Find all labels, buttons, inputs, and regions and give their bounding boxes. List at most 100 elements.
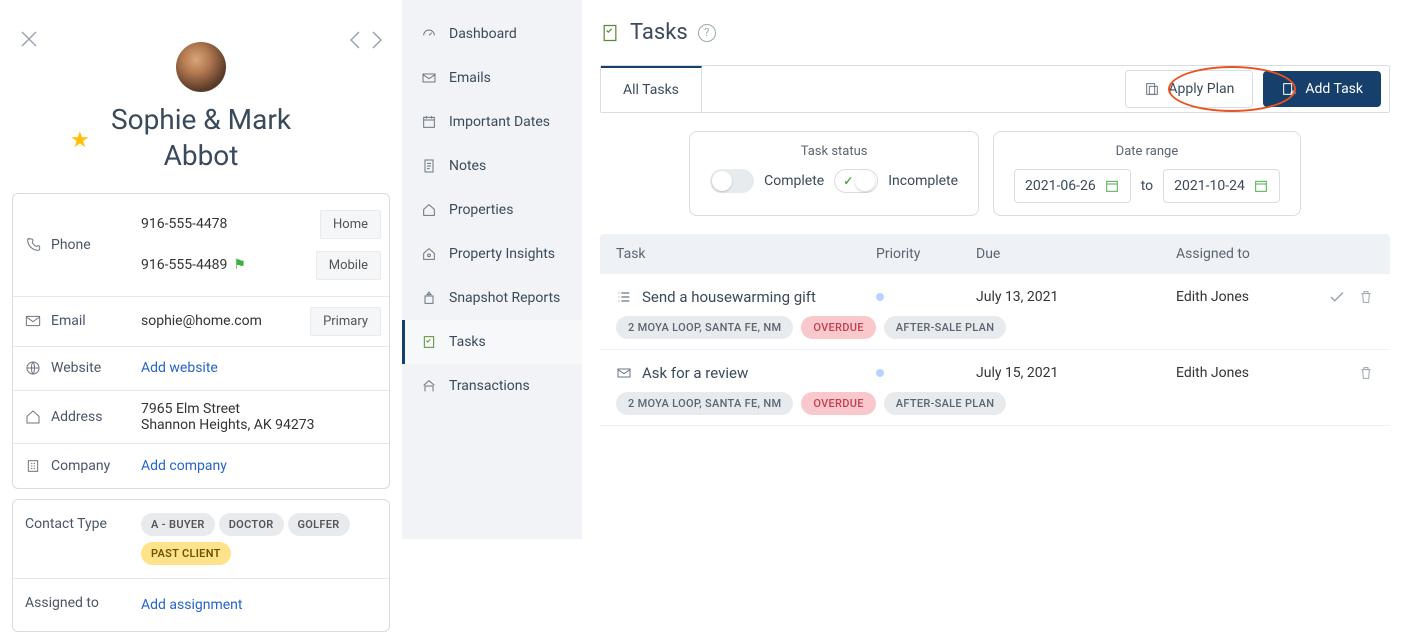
apply-plan-button[interactable]: Apply Plan: [1125, 70, 1253, 108]
daterange-filter: Date range 2021-06-26 to 2021-10-24: [993, 131, 1301, 216]
calendar-icon: [421, 114, 437, 130]
add-task-button[interactable]: Add Task: [1263, 71, 1381, 107]
email-type-badge: Primary: [310, 307, 381, 336]
nav-property-insights[interactable]: Property Insights: [402, 232, 582, 276]
calendar-icon: [1253, 178, 1269, 194]
transactions-icon: [421, 378, 437, 394]
next-record-icon[interactable]: [370, 30, 384, 50]
table-row[interactable]: Send a housewarming gift July 13, 2021 E…: [600, 274, 1390, 350]
calendar-icon: [1104, 178, 1120, 194]
add-website-link[interactable]: Add website: [141, 360, 218, 376]
prev-record-icon[interactable]: [348, 30, 362, 50]
col-priority: Priority: [876, 246, 976, 262]
star-icon[interactable]: ★: [70, 128, 90, 153]
complete-toggle[interactable]: [710, 169, 754, 193]
col-assigned: Assigned to: [1176, 246, 1326, 262]
phone-value: 916-555-4478: [141, 216, 227, 232]
contact-type-tag[interactable]: PAST CLIENT: [141, 542, 231, 565]
nav-snapshot-reports[interactable]: Snapshot Reports: [402, 276, 582, 320]
page-title: Tasks: [630, 20, 688, 45]
nav-notes[interactable]: Notes: [402, 144, 582, 188]
mail-icon: [616, 365, 632, 381]
avatar: [176, 42, 226, 92]
tabs-bar: All Tasks Apply Plan Add Task: [600, 65, 1390, 113]
nav-emails[interactable]: Emails: [402, 56, 582, 100]
task-tag-overdue: OVERDUE: [801, 392, 875, 415]
tab-all-tasks[interactable]: All Tasks: [601, 66, 702, 112]
task-assigned: Edith Jones: [1176, 365, 1326, 381]
nav-important-dates[interactable]: Important Dates: [402, 100, 582, 144]
contact-info-card: Phone 916-555-4478 Home 916-555-4489⚑ Mo…: [12, 193, 390, 489]
home-icon: [421, 202, 437, 218]
date-from-input[interactable]: 2021-06-26: [1014, 169, 1131, 203]
task-title: Send a housewarming gift: [642, 288, 816, 306]
phone-value: 916-555-4489⚑: [141, 257, 246, 273]
task-tag: 2 MOYA LOOP, SANTA FE, NM: [616, 392, 793, 415]
phone-icon: [25, 237, 41, 253]
incomplete-toggle[interactable]: ✓: [834, 169, 878, 193]
contact-type-tag[interactable]: DOCTOR: [219, 513, 284, 536]
report-icon: [421, 290, 437, 306]
tasks-icon: [600, 23, 620, 43]
filters-row: Task status Complete ✓ Incomplete Date r…: [600, 131, 1390, 216]
mail-icon: [25, 313, 41, 329]
add-task-icon: [1281, 81, 1297, 97]
flag-icon: ⚑: [233, 257, 246, 273]
contact-type-card: Contact Type A - BUYER DOCTOR GOLFER PAS…: [12, 499, 390, 632]
home-icon: [25, 409, 41, 425]
record-pager: [348, 30, 384, 50]
contact-panel: Sophie & MarkAbbot ★ Phone 916-555-4478 …: [0, 0, 402, 539]
close-icon[interactable]: [20, 30, 38, 48]
table-row[interactable]: Ask for a review July 15, 2021 Edith Jon…: [600, 350, 1390, 426]
task-table: Task Priority Due Assigned to Send a hou…: [600, 234, 1390, 426]
complete-label: Complete: [764, 173, 824, 189]
gauge-icon: [421, 26, 437, 42]
help-icon[interactable]: ?: [698, 24, 716, 42]
status-filter-title: Task status: [801, 144, 868, 159]
to-label: to: [1141, 178, 1153, 194]
address-label: Address: [13, 397, 133, 437]
phone-type-badge: Home: [320, 210, 381, 239]
nav-transactions[interactable]: Transactions: [402, 364, 582, 408]
task-assigned: Edith Jones: [1176, 289, 1326, 305]
contact-name: Sophie & MarkAbbot: [12, 102, 390, 175]
task-title: Ask for a review: [642, 364, 748, 382]
globe-icon: [25, 360, 41, 376]
priority-dot: [876, 293, 884, 301]
nav-sidebar: Dashboard Emails Important Dates Notes P…: [402, 0, 582, 539]
nav-tasks[interactable]: Tasks: [402, 320, 582, 364]
add-company-link[interactable]: Add company: [141, 458, 227, 474]
tasks-icon: [421, 334, 437, 350]
task-tag-overdue: OVERDUE: [801, 316, 875, 339]
complete-icon[interactable]: [1328, 288, 1346, 306]
contact-type-tag[interactable]: GOLFER: [288, 513, 350, 536]
task-tag: AFTER-SALE PLAN: [884, 316, 1007, 339]
list-icon: [616, 289, 632, 305]
plan-icon: [1144, 81, 1160, 97]
contact-type-tag[interactable]: A - BUYER: [141, 513, 215, 536]
building-icon: [25, 458, 41, 474]
col-task: Task: [616, 246, 876, 262]
phone-type-badge: Mobile: [316, 251, 381, 280]
address-line2: Shannon Heights, AK 94273: [141, 417, 314, 433]
trash-icon[interactable]: [1358, 288, 1374, 306]
insight-icon: [421, 246, 437, 262]
priority-dot: [876, 369, 884, 377]
col-due: Due: [976, 246, 1176, 262]
task-tag: AFTER-SALE PLAN: [884, 392, 1007, 415]
address-line1: 7965 Elm Street: [141, 401, 240, 417]
nav-properties[interactable]: Properties: [402, 188, 582, 232]
table-header: Task Priority Due Assigned to: [600, 234, 1390, 274]
nav-dashboard[interactable]: Dashboard: [402, 12, 582, 56]
daterange-title: Date range: [1116, 144, 1179, 159]
email-value: sophie@home.com: [141, 313, 262, 329]
company-label: Company: [13, 446, 133, 486]
website-label: Website: [13, 348, 133, 388]
incomplete-label: Incomplete: [888, 173, 958, 189]
note-icon: [421, 158, 437, 174]
task-due: July 15, 2021: [976, 365, 1176, 381]
assigned-label: Assigned to: [13, 579, 133, 631]
add-assignment-link[interactable]: Add assignment: [141, 597, 242, 613]
date-to-input[interactable]: 2021-10-24: [1163, 169, 1280, 203]
trash-icon[interactable]: [1358, 364, 1374, 382]
